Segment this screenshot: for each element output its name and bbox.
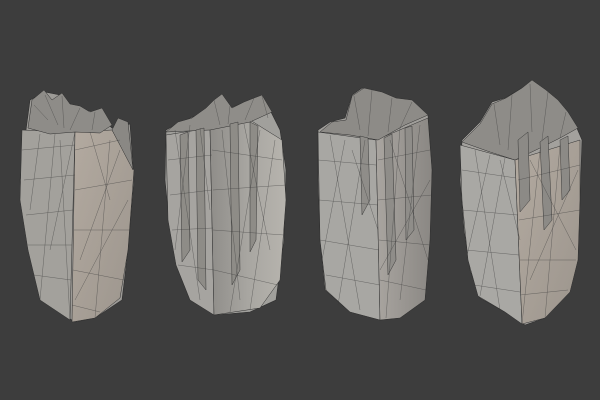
3d-viewport[interactable] [0, 0, 600, 400]
viewport-canvas[interactable] [0, 0, 600, 400]
rock-pillar-3[interactable] [317, 87, 433, 321]
rock-pillar-2[interactable] [164, 93, 287, 316]
rock-pillar-4[interactable] [459, 79, 583, 326]
rock-pillar-1[interactable] [19, 89, 135, 323]
